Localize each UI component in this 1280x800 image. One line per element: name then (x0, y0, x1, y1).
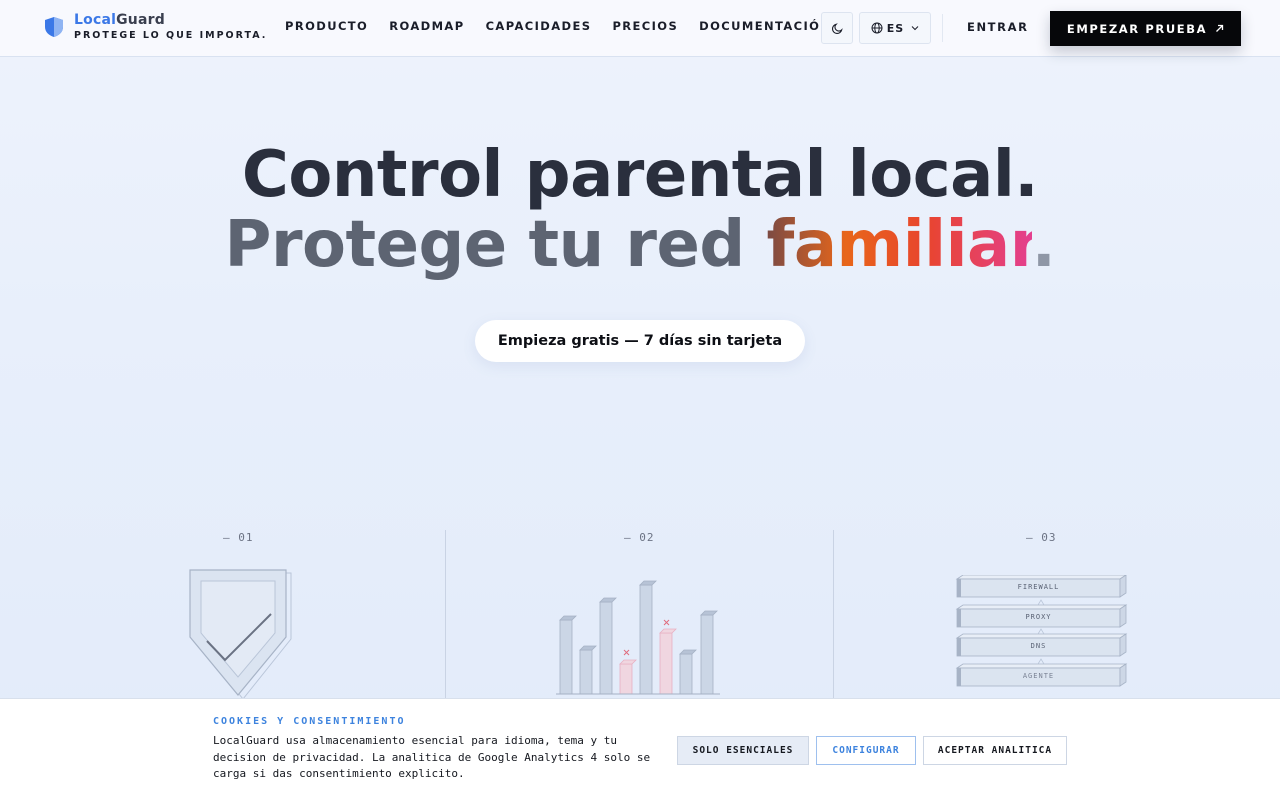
feature-number-2: — 02 (624, 531, 655, 544)
logo[interactable]: LocalGuard PROTEGE LO QUE IMPORTA. (44, 12, 267, 41)
brand-tagline: PROTEGE LO QUE IMPORTA. (74, 30, 268, 41)
moon-icon (831, 22, 843, 34)
layer-agente: AGENTE (1022, 672, 1055, 680)
nav-precios[interactable]: PRECIOS (612, 19, 678, 33)
essential-only-button[interactable]: SOLO ESENCIALES (677, 736, 809, 765)
feature-number-1: — 01 (223, 531, 254, 544)
start-trial-button[interactable]: EMPEZAR PRUEBA (1050, 11, 1241, 46)
hero-highlight: familiar (766, 208, 1032, 282)
layer-stack-illustration: FIREWALL PROXY DNS AGENTE (955, 575, 1130, 695)
start-free-button[interactable]: Empieza gratis — 7 días sin tarjeta (475, 320, 805, 362)
theme-toggle-button[interactable] (821, 12, 853, 44)
feature-divider (833, 530, 834, 700)
layer-dns: DNS (1030, 642, 1047, 650)
header-divider (942, 14, 943, 42)
cookie-banner: COOKIES Y CONSENTIMIENTO LocalGuard usa … (0, 698, 1280, 800)
layer-firewall: FIREWALL (1017, 583, 1060, 591)
language-label: ES (886, 21, 905, 35)
nav-roadmap[interactable]: ROADMAP (389, 19, 464, 33)
feature-number-3: — 03 (1026, 531, 1057, 544)
shield-check-icon (189, 569, 292, 700)
feature-divider (445, 530, 446, 700)
configure-button[interactable]: CONFIGURAR (816, 736, 916, 765)
language-select[interactable]: ES (859, 12, 931, 44)
accept-analytics-button[interactable]: ACEPTAR ANALITICA (923, 736, 1067, 765)
nav-capacidades[interactable]: CAPACIDADES (486, 19, 592, 33)
nav-documentacion[interactable]: DOCUMENTACIÓN (699, 19, 831, 33)
bar-chart-illustration (556, 580, 720, 695)
header: LocalGuard PROTEGE LO QUE IMPORTA. PRODU… (0, 0, 1280, 57)
arrow-up-right-icon (1216, 24, 1224, 32)
globe-icon (871, 22, 883, 34)
layer-proxy: PROXY (1025, 613, 1052, 621)
chevron-down-icon (911, 26, 919, 31)
nav-producto[interactable]: PRODUCTO (285, 19, 368, 33)
start-trial-label: EMPEZAR PRUEBA (1066, 21, 1208, 36)
login-link[interactable]: ENTRAR (967, 20, 1029, 34)
brand-name: LocalGuard (74, 12, 165, 28)
shield-logo-icon (45, 17, 63, 37)
hero-title-line1: Control parental local. (241, 138, 1039, 212)
main-nav: PRODUCTO ROADMAP CAPACIDADES PRECIOS DOC… (285, 19, 831, 33)
hero-title-line2: Protege tu red familiar. (224, 208, 1056, 282)
cookie-title: COOKIES Y CONSENTIMIENTO (213, 716, 406, 727)
cookie-text: LocalGuard usa almacenamiento esencial p… (213, 734, 651, 780)
